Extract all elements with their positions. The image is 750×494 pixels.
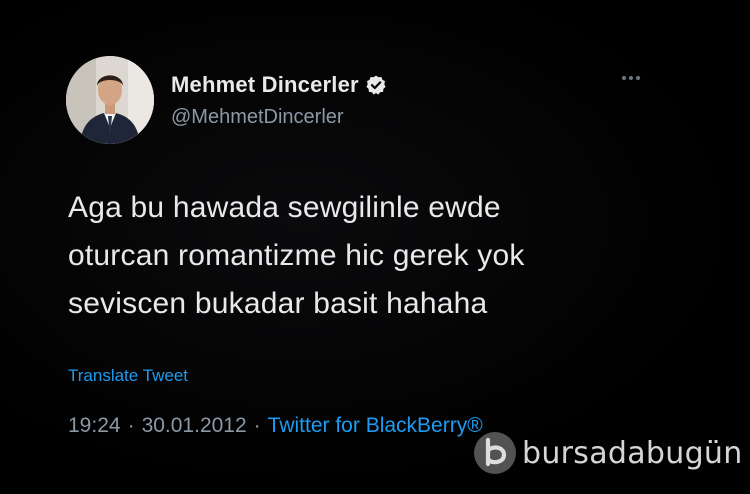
meta-separator: ·: [253, 414, 261, 437]
translate-tweet-link[interactable]: Translate Tweet: [68, 366, 188, 386]
author-display-name[interactable]: Mehmet Dincerler: [171, 72, 359, 98]
watermark-logo-icon: [472, 430, 518, 476]
tweet-date[interactable]: 30.01.2012: [142, 414, 247, 438]
verified-badge-icon: [365, 74, 387, 96]
tweet-source-link[interactable]: Twitter for BlackBerry®: [268, 414, 483, 438]
watermark-text: bursadabugün: [522, 435, 743, 471]
more-dot: [622, 76, 626, 80]
tweet-card: Mehmet Dincerler @MehmetDincerler Aga bu…: [0, 0, 750, 494]
more-options-icon[interactable]: [622, 76, 640, 80]
meta-separator: ·: [127, 414, 135, 437]
watermark: bursadabugün: [472, 430, 743, 476]
tweet-time[interactable]: 19:24: [68, 414, 121, 438]
tweet-metadata: 19:24 · 30.01.2012 · Twitter for BlackBe…: [68, 414, 483, 438]
more-dot: [636, 76, 640, 80]
more-dot: [629, 76, 633, 80]
avatar-photo: [66, 56, 154, 144]
author-handle[interactable]: @MehmetDincerler: [171, 106, 344, 129]
author-avatar[interactable]: [66, 56, 154, 144]
author-name-row: Mehmet Dincerler: [171, 72, 387, 98]
tweet-text: Aga bu hawada sewgilinle ewde oturcan ro…: [68, 191, 525, 320]
